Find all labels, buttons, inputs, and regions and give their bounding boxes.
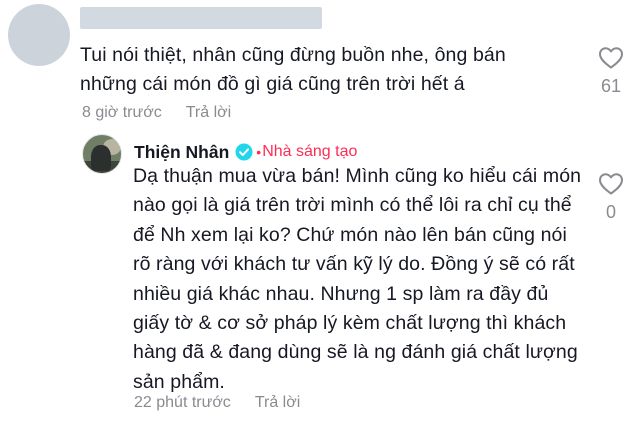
reply-reply-button[interactable]: Trả lời — [255, 394, 300, 411]
reply-header: Thiện Nhân • Nhà sáng tạo — [134, 141, 357, 163]
verified-check-icon — [235, 143, 253, 161]
reply-meta: 22 phút trước Trả lời — [134, 394, 300, 412]
reply-time: 22 phút trước — [134, 394, 231, 411]
comment-meta: 8 giờ trước Trả lời — [82, 104, 231, 122]
reply-avatar[interactable] — [82, 134, 122, 174]
comment-reply-button[interactable]: Trả lời — [186, 104, 231, 121]
comment-time: 8 giờ trước — [82, 104, 162, 121]
comment-like-button[interactable]: 61 — [591, 46, 631, 97]
reply-author-name[interactable]: Thiện Nhân — [134, 142, 229, 163]
reply-like-button[interactable]: 0 — [591, 172, 631, 223]
heart-outline-icon — [599, 173, 623, 195]
comment-text: Tui nói thiệt, nhân cũng đừng buồn nhe, … — [80, 44, 506, 95]
heart-outline-icon — [599, 47, 623, 69]
reply-text: Dạ thuận mua vừa bán! Mình cũng ko hiểu … — [133, 165, 582, 393]
comment-like-count: 61 — [600, 76, 622, 96]
reply-like-count: 0 — [605, 202, 616, 222]
commenter-name-redacted — [80, 7, 322, 29]
commenter-avatar[interactable] — [8, 4, 70, 66]
separator-dot: • — [256, 144, 262, 160]
creator-badge: Nhà sáng tạo — [262, 143, 358, 160]
